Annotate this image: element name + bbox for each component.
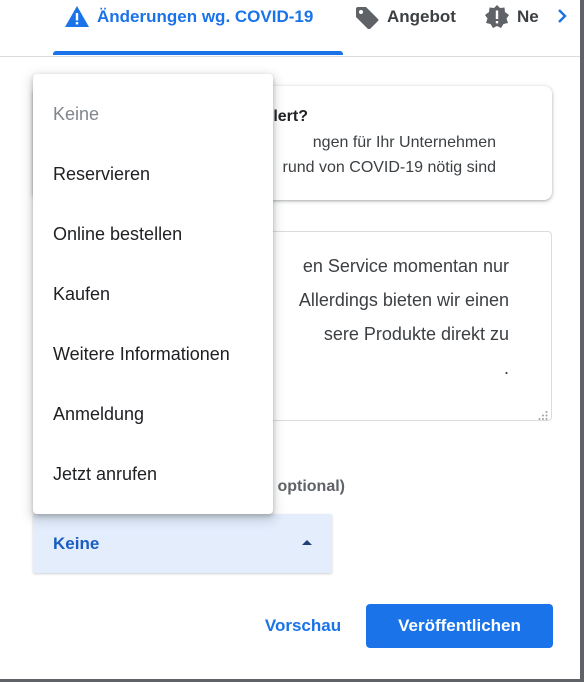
select-value: Keine [53, 534, 100, 553]
menu-item-call-now[interactable]: Jetzt anrufen [33, 444, 273, 504]
caret-up-icon [302, 540, 312, 545]
active-tab-indicator [53, 51, 343, 55]
publish-button[interactable]: Veröffentlichen [366, 604, 553, 648]
preview-button[interactable]: Vorschau [254, 604, 352, 648]
menu-item-none[interactable]: Keine [33, 84, 273, 144]
menu-item-reserve[interactable]: Reservieren [33, 144, 273, 204]
button-type-select[interactable]: Keine [33, 514, 332, 573]
tab-offer-label: Angebot [387, 7, 456, 26]
chevron-right-icon[interactable] [552, 5, 572, 27]
menu-item-order-online[interactable]: Online bestellen [33, 204, 273, 264]
menu-item-buy[interactable]: Kaufen [33, 264, 273, 324]
tab-covid-changes[interactable]: Änderungen wg. COVID-19 [64, 0, 313, 34]
tab-news[interactable]: Ne [484, 0, 540, 34]
window-border-right [580, 0, 584, 682]
warning-icon [64, 5, 90, 29]
menu-item-learn-more[interactable]: Weitere Informationen [33, 324, 273, 384]
resize-handle-icon[interactable] [538, 407, 548, 420]
alert-badge-icon [484, 4, 510, 30]
tab-covid-label: Änderungen wg. COVID-19 [97, 7, 314, 26]
button-type-menu: Keine Reservieren Online bestellen Kaufe… [33, 74, 273, 514]
menu-item-sign-up[interactable]: Anmeldung [33, 384, 273, 444]
tag-icon [354, 5, 380, 29]
tab-bar: Änderungen wg. COVID-19 Angebot Ne [0, 0, 580, 57]
tab-offer[interactable]: Angebot [354, 0, 456, 34]
tab-news-label: Ne [517, 7, 539, 26]
